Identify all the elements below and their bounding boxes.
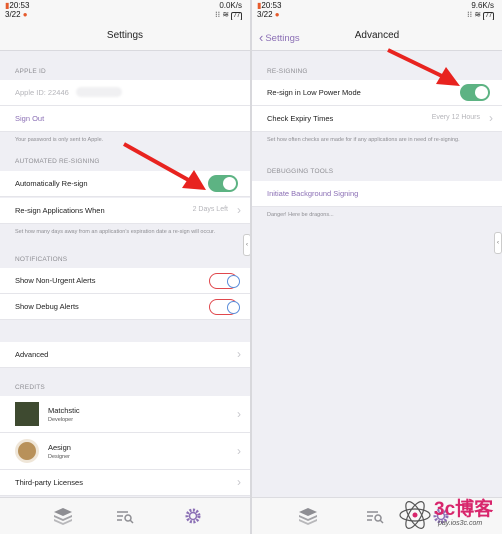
status-bar: ▮20:53 3/22 ● 9.6K/s ⁝⁝ ≋ 77 [252,0,502,21]
advanced-pane: ▮20:53 3/22 ● 9.6K/s ⁝⁝ ≋ 77 ‹ Settings Adv… [252,0,502,534]
red-arrow-annotation [387,48,460,86]
expiry-row[interactable]: Check Expiry Times Every 12 Hours › [252,106,502,132]
page-title: Settings [106,30,144,41]
resign-when-row[interactable]: Re-sign Applications When 2 Days Left › [0,198,250,224]
list-search-icon [367,511,384,524]
watermark: 3c博客 pay.ios3c.com [398,490,502,534]
settings-pane: ▮20:53 3/22 ● 0.0K/s ⁝⁝ ≋ 77 Settings APPL… [0,0,250,534]
status-date: 3/22 [257,10,273,19]
watermark-site: 3c博客 [434,499,494,520]
stack-icon [54,508,72,525]
section-header-apple-id: APPLE ID [15,68,46,75]
advanced-row[interactable]: Advanced › [0,342,250,368]
signal-icon: ⁝⁝ [215,10,221,19]
chevron-right-icon: › [237,444,241,458]
debug-alerts-row: Show Debug Alerts [0,294,250,320]
chevron-right-icon: › [489,111,493,125]
non-urgent-label: Show Non-Urgent Alerts [15,276,96,285]
tab-apps[interactable] [297,507,319,525]
expiry-label: Check Expiry Times [267,114,334,123]
avatar [15,439,39,463]
network-speed: 9.6K/s [471,1,494,10]
sign-out-button[interactable]: Sign Out [15,114,44,123]
status-date: 3/22 [5,10,21,19]
page-title: Advanced [354,30,400,41]
status-time: 20:53 [261,1,282,10]
notification-dot-icon: ● [272,10,280,19]
status-time: 20:53 [9,1,30,10]
watermark-url: pay.ios3c.com [438,520,483,527]
signal-icon: ⁝⁝ [467,10,473,19]
debug-alerts-toggle[interactable] [209,299,240,315]
low-power-row: Re-sign in Low Power Mode [252,80,502,106]
nav-bar: ‹ Settings Advanced [252,20,502,51]
bg-signing-button[interactable]: Initiate Background Signing [267,189,358,198]
debug-note: Danger! Here be dragons... [267,212,334,218]
tab-bar [0,497,250,534]
list-search-icon [117,511,134,524]
licenses-label: Third-party Licenses [15,478,83,487]
edge-handle[interactable]: ‹ [243,234,250,256]
non-urgent-row: Show Non-Urgent Alerts [0,268,250,294]
avatar [15,402,39,426]
debug-alerts-label: Show Debug Alerts [15,302,79,311]
section-header-debugging: DEBUGGING TOOLS [267,168,334,175]
chevron-right-icon: › [237,347,241,361]
section-header-credits: CREDITS [15,384,45,391]
chevron-right-icon: › [237,203,241,217]
credit-row-aesign[interactable]: Aesign Designer › [0,433,250,470]
status-bar: ▮20:53 3/22 ● 0.0K/s ⁝⁝ ≋ 77 [0,0,250,21]
toggle-knob [475,86,488,99]
tab-installed[interactable] [364,507,386,525]
non-urgent-toggle[interactable] [209,273,240,289]
toggle-knob [223,177,236,190]
section-header-notifications: NOTIFICATIONS [15,256,68,263]
toggle-knob [227,275,240,288]
credit-row-matchstic[interactable]: Matchstic Developer › [0,396,250,433]
notification-dot-icon: ● [20,10,28,19]
resign-when-value: 2 Days Left [192,206,228,213]
red-arrow-annotation [123,142,206,190]
credit-name: Matchstic [48,406,80,415]
nav-bar: Settings [0,20,250,51]
auto-resign-toggle[interactable] [208,175,238,192]
tab-installed[interactable] [114,507,136,525]
stack-icon [299,508,317,525]
bg-signing-row[interactable]: Initiate Background Signing [252,181,502,207]
chevron-right-icon: › [237,407,241,421]
chevron-right-icon: › [237,475,241,489]
low-power-label: Re-sign in Low Power Mode [267,88,361,97]
credit-name: Aesign [48,443,71,452]
wifi-icon: ≋ [222,10,230,19]
wifi-icon: ≋ [474,10,482,19]
credit-role: Designer [48,454,71,460]
gear-icon [185,508,201,524]
atom-logo-icon [399,501,431,529]
licenses-row[interactable]: Third-party Licenses › [0,470,250,496]
advanced-label: Advanced [15,350,49,359]
tab-settings[interactable] [182,507,204,525]
network-speed: 0.0K/s [219,1,242,10]
apple-id-label: Apple ID: 22446 [15,88,69,97]
expiry-value: Every 12 Hours [431,114,480,121]
toggle-knob [227,301,240,314]
redacted-blur [76,87,122,97]
auto-resign-label: Automatically Re-sign [15,179,88,188]
resign-when-note: Set how many days away from an applicati… [15,229,216,235]
low-power-toggle[interactable] [460,84,490,101]
section-header-resigning: RE-SIGNING [267,68,308,75]
sign-out-row[interactable]: Sign Out [0,106,250,132]
apple-id-row: Apple ID: 22446 [0,80,250,106]
tab-apps[interactable] [52,507,74,525]
resign-when-label: Re-sign Applications When [15,206,105,215]
credit-role: Developer [48,417,74,423]
section-header-auto-resign: AUTOMATED RE-SIGNING [15,158,100,165]
expiry-note: Set how often checks are made for if any… [267,137,460,143]
edge-handle[interactable]: ‹ [494,232,502,254]
